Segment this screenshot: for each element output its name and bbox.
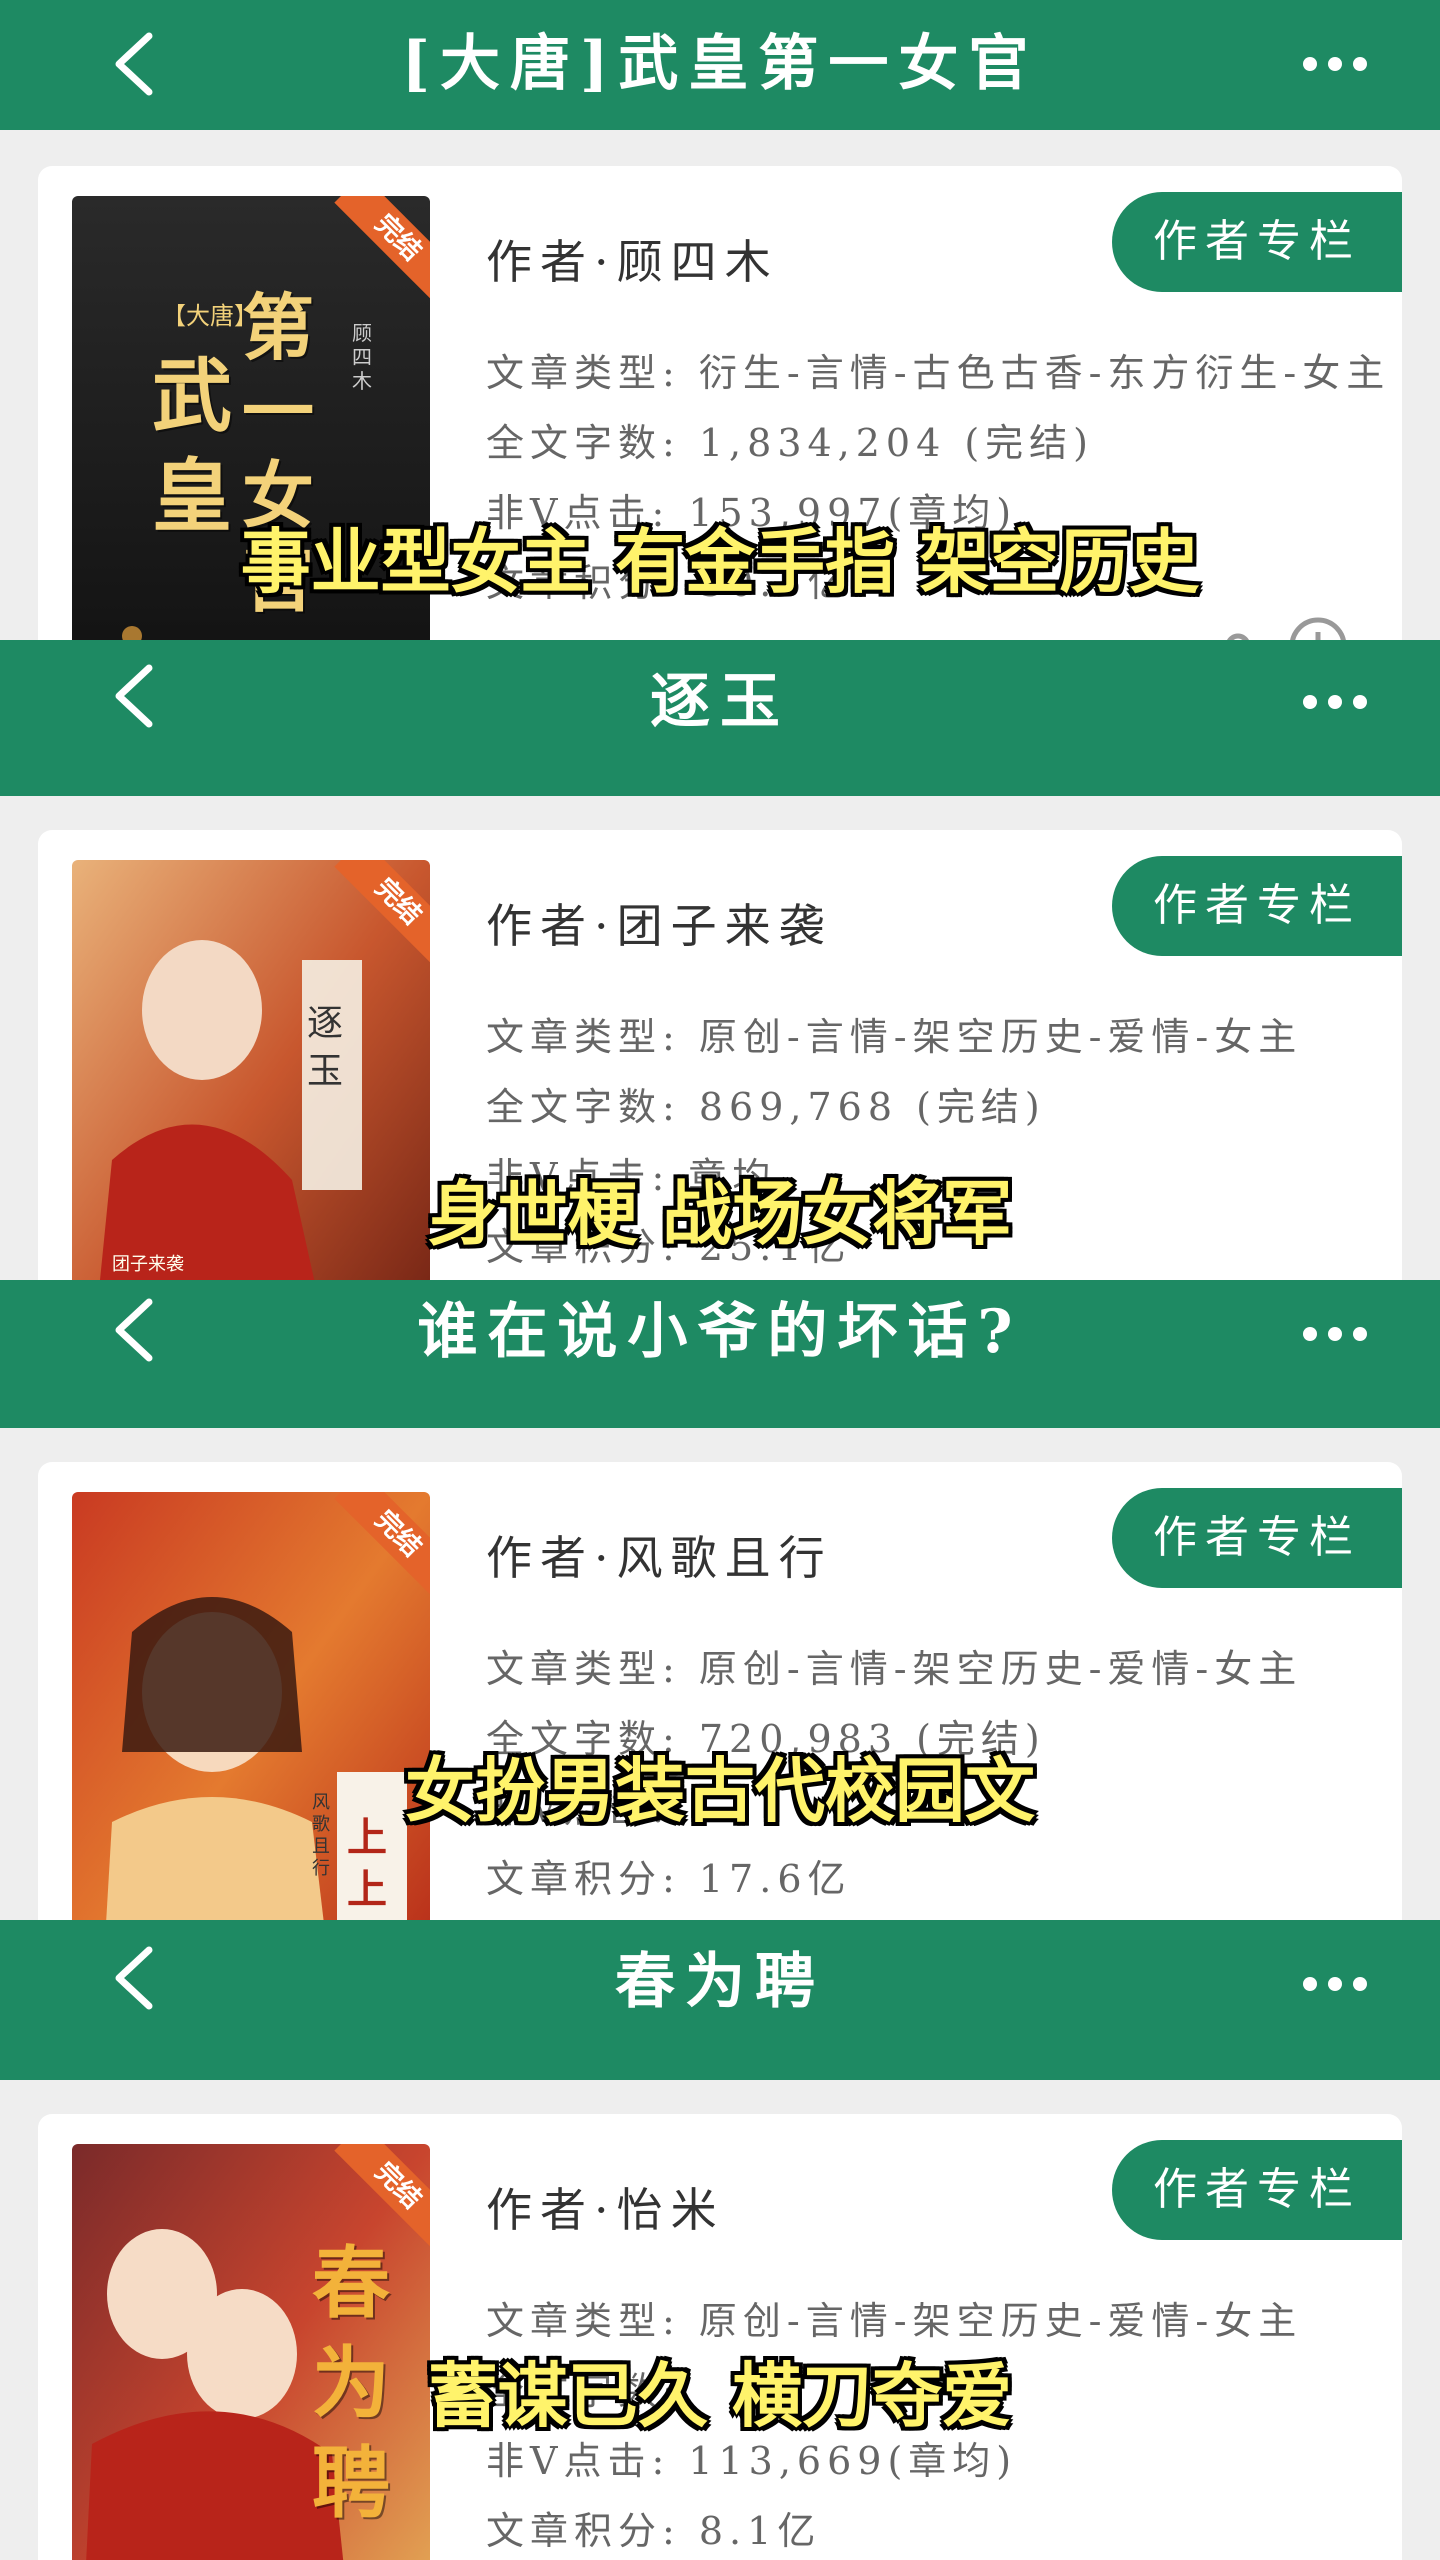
- author-name[interactable]: 作者·风歌且行: [486, 1522, 833, 1588]
- video-caption: 女扮男装古代校园文: [405, 1750, 1035, 1832]
- author-column-button[interactable]: 作者专栏: [1112, 192, 1402, 292]
- book-panel-3: 谁在说小爷的坏话? 上上签 风歌且行 完结 作者·风歌且行 作者专栏 文章类型:…: [0, 1280, 1440, 1920]
- author-column-button[interactable]: 作者专栏: [1112, 1488, 1402, 1588]
- book-info-card: 春为聘 完结 作者·怡米 作者专栏 文章类型: 原创-言情-架空历史-爱情-女主…: [38, 2114, 1402, 2560]
- share-download-icons[interactable]: [1188, 606, 1388, 640]
- more-options-icon[interactable]: [1300, 50, 1370, 78]
- video-caption: 身世梗 战场女将军: [427, 1173, 1013, 1255]
- more-options-icon[interactable]: [1300, 1320, 1370, 1348]
- meta-score: 文章积分: 8.1亿: [486, 2509, 822, 2553]
- book-panel-2: 逐玉 逐玉 团子来袭 完结 作者·团子来袭 作者专栏 文章类型: 原创-言情-架…: [0, 640, 1440, 1282]
- meta-genre: 文章类型: 原创-言情-架空历史-爱情-女主: [486, 1015, 1303, 1059]
- book-title: 谁在说小爷的坏话?: [417, 1297, 1023, 1367]
- author-column-button[interactable]: 作者专栏: [1112, 2140, 1402, 2240]
- meta-genre: 文章类型: 衍生-言情-古色古香-东方衍生-女主: [486, 351, 1391, 395]
- meta-genre: 文章类型: 原创-言情-架空历史-爱情-女主: [486, 2299, 1303, 2343]
- top-bar: [大唐]武皇第一女官: [0, 0, 1440, 130]
- cover-author: 顾四木: [352, 321, 372, 393]
- book-title: 春为聘: [615, 1947, 825, 2017]
- book-title: [大唐]武皇第一女官: [401, 29, 1039, 99]
- top-bar: 谁在说小爷的坏话?: [0, 1280, 1440, 1428]
- top-bar: 逐玉: [0, 640, 1440, 796]
- book-panel-4: 春为聘 春为聘 完结 作者·怡米 作者专栏 文章类型: 原创-言情-架空历史-爱…: [0, 1920, 1440, 2560]
- author-name[interactable]: 作者·顾四木: [486, 226, 779, 292]
- author-name[interactable]: 作者·怡米: [486, 2174, 725, 2240]
- more-options-icon[interactable]: [1300, 688, 1370, 716]
- meta-score: 文章积分: 17.6亿: [486, 1857, 852, 1901]
- cover-title: 逐玉: [307, 1003, 344, 1092]
- top-bar: 春为聘: [0, 1920, 1440, 2080]
- book-info-card: 上上签 风歌且行 完结 作者·风歌且行 作者专栏 文章类型: 原创-言情-架空历…: [38, 1462, 1402, 1920]
- video-caption: 蓄谋已久 横刀夺爱: [427, 2355, 1013, 2437]
- book-panel-1: [大唐]武皇第一女官 【大唐】 第一女官 武皇 顾四木 完结 作者·顾四木 作者…: [0, 0, 1440, 640]
- video-caption: 事业型女主 有金手指 架空历史: [240, 521, 1200, 603]
- author-name[interactable]: 作者·团子来袭: [486, 890, 833, 956]
- author-column-button[interactable]: 作者专栏: [1112, 856, 1402, 956]
- more-options-icon[interactable]: [1300, 1970, 1370, 1998]
- meta-word-count: 全文字数: 869,768 (完结): [486, 1085, 1046, 1129]
- book-cover[interactable]: 上上签 风歌且行 完结: [72, 1492, 430, 1920]
- meta-word-count: 全文字数: 1,834,204 (完结): [486, 421, 1095, 465]
- meta-genre: 文章类型: 原创-言情-架空历史-爱情-女主: [486, 1647, 1303, 1691]
- book-title: 逐玉: [650, 667, 790, 737]
